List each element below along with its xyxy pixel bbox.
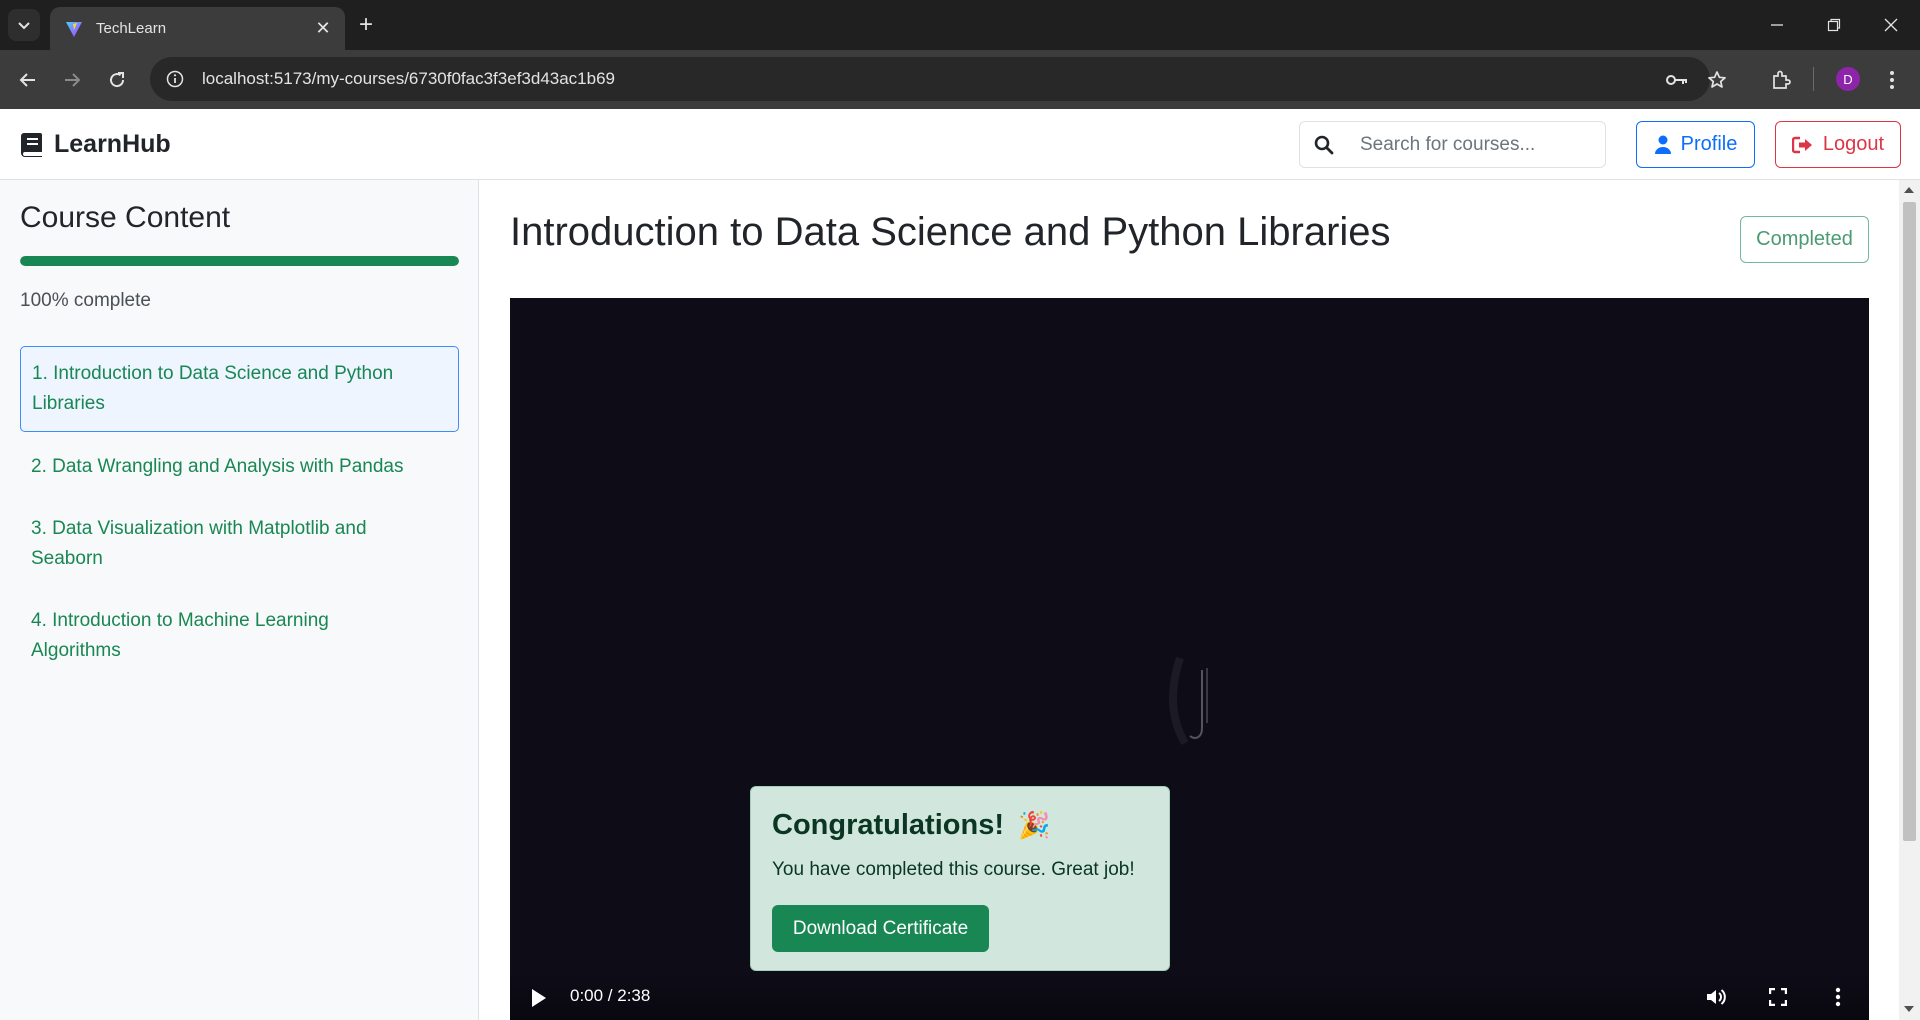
search-icon[interactable] — [1300, 122, 1348, 167]
lesson-item-4[interactable]: 4. Introduction to Machine Learning Algo… — [20, 606, 390, 666]
course-title: Introduction to Data Science and Python … — [510, 210, 1391, 254]
course-progress-fill — [20, 256, 459, 266]
toolbar-divider — [1813, 67, 1814, 91]
brand-name: LearnHub — [54, 130, 171, 158]
more-options-icon[interactable] — [1824, 983, 1852, 1011]
page-scrollbar[interactable] — [1899, 180, 1920, 1020]
video-frame-shape — [1169, 656, 1208, 746]
address-bar[interactable]: localhost:5173/my-courses/6730f0fac3f3ef… — [150, 57, 1710, 101]
close-window-icon[interactable] — [1862, 0, 1920, 50]
video-time: 0:00 / 2:38 — [570, 986, 651, 1005]
profile-button-label: Profile — [1680, 133, 1738, 155]
minimize-icon[interactable] — [1748, 0, 1806, 50]
profile-button[interactable]: Profile — [1636, 121, 1755, 168]
lesson-item-1[interactable]: 1. Introduction to Data Science and Pyth… — [20, 346, 459, 432]
lesson-item-3[interactable]: 3. Data Visualization with Matplotlib an… — [20, 514, 420, 574]
video-player[interactable]: 0:00 / 2:38 — [510, 298, 1869, 1020]
reload-icon[interactable] — [100, 63, 134, 97]
congratulations-alert: Congratulations! 🎉 You have completed th… — [750, 786, 1170, 971]
bookmark-star-icon[interactable] — [1700, 63, 1734, 97]
new-tab-icon[interactable]: + — [350, 9, 382, 41]
search-group — [1299, 121, 1606, 168]
scrollbar-thumb[interactable] — [1903, 202, 1916, 841]
congrats-title-row: Congratulations! 🎉 — [772, 809, 1050, 842]
vite-favicon-icon — [64, 19, 84, 39]
scroll-up-icon[interactable] — [1904, 187, 1914, 193]
user-icon — [1654, 135, 1672, 155]
sign-out-icon — [1791, 136, 1814, 154]
lesson-item-2[interactable]: 2. Data Wrangling and Analysis with Pand… — [20, 452, 459, 482]
congrats-message: You have completed this course. Great jo… — [772, 859, 1135, 880]
back-icon[interactable] — [11, 63, 45, 97]
tab-title: TechLearn — [96, 20, 167, 37]
logout-button-label: Logout — [1822, 133, 1885, 155]
browser-tab[interactable]: TechLearn ✕ — [50, 7, 345, 50]
completed-status-badge: Completed — [1740, 216, 1869, 263]
course-progress-bar — [20, 256, 459, 266]
chevron-down-icon — [18, 22, 30, 30]
password-key-icon[interactable] — [1660, 63, 1694, 97]
scroll-down-icon[interactable] — [1904, 1006, 1914, 1012]
sidebar-heading: Course Content — [20, 201, 231, 234]
browser-profile-avatar[interactable]: D — [1836, 67, 1860, 91]
party-popper-icon: 🎉 — [1018, 810, 1051, 840]
extensions-icon[interactable] — [1764, 63, 1798, 97]
site-info-icon[interactable] — [154, 57, 196, 101]
brand-link[interactable]: LearnHub — [20, 130, 171, 159]
forward-icon[interactable] — [55, 63, 89, 97]
browser-toolbar: localhost:5173/my-courses/6730f0fac3f3ef… — [0, 50, 1920, 109]
logout-button[interactable]: Logout — [1775, 121, 1901, 168]
url-text: localhost:5173/my-courses/6730f0fac3f3ef… — [202, 69, 616, 88]
congrats-title: Congratulations! — [772, 809, 1004, 841]
book-icon — [21, 132, 42, 157]
course-content-sidebar: Course Content 100% complete 1. Introduc… — [0, 180, 479, 1020]
app-navbar: LearnHub Profile Logout — [0, 109, 1920, 180]
fullscreen-icon[interactable] — [1764, 983, 1792, 1011]
browser-menu-icon[interactable] — [1875, 63, 1909, 97]
close-tab-icon[interactable]: ✕ — [309, 15, 337, 43]
tab-search-button[interactable] — [8, 9, 40, 41]
browser-tab-strip: TechLearn ✕ + — [0, 0, 1920, 50]
video-controls: 0:00 / 2:38 — [510, 970, 1869, 1020]
search-input[interactable] — [1348, 122, 1605, 167]
download-certificate-button[interactable]: Download Certificate — [772, 905, 989, 952]
progress-text: 100% complete — [20, 290, 151, 311]
restore-icon[interactable] — [1805, 0, 1863, 50]
volume-icon[interactable] — [1702, 983, 1730, 1011]
play-icon[interactable] — [528, 986, 548, 1010]
